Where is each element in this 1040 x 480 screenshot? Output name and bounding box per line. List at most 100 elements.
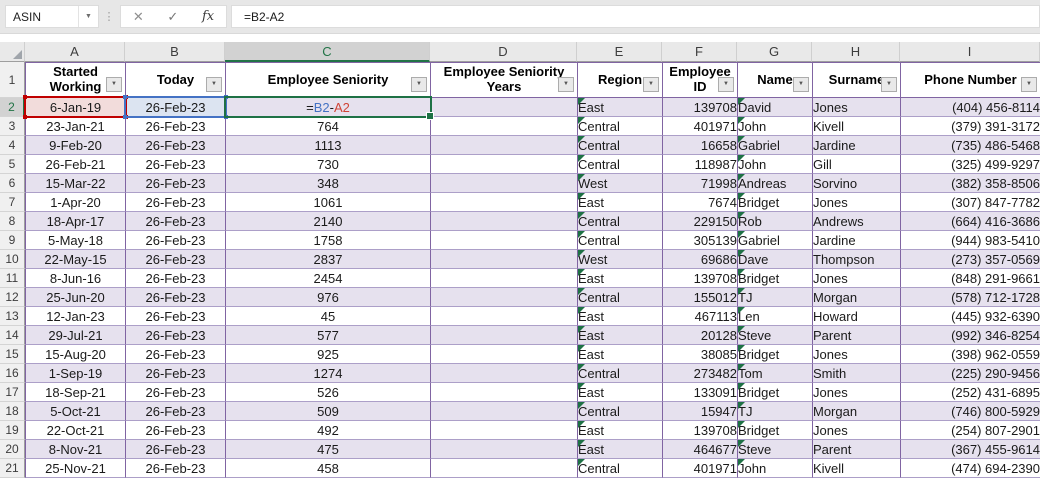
cell-c18[interactable]: 509 bbox=[225, 402, 430, 421]
cell-g19[interactable]: Bridget bbox=[737, 421, 812, 440]
cell-i9[interactable]: (944) 983-5410 bbox=[900, 231, 1040, 250]
cell-d14[interactable] bbox=[430, 326, 577, 345]
cell-i21[interactable]: (474) 694-2390 bbox=[900, 459, 1040, 478]
cell-h4[interactable]: Jardine bbox=[812, 136, 900, 155]
cell-i3[interactable]: (379) 391-3172 bbox=[900, 117, 1040, 136]
cell-c15[interactable]: 925 bbox=[225, 345, 430, 364]
table-header-region[interactable]: Region ▼ bbox=[577, 62, 662, 98]
cancel-icon[interactable]: ✕ bbox=[133, 9, 144, 25]
cell-g10[interactable]: Dave bbox=[737, 250, 812, 269]
cell-h3[interactable]: Kivell bbox=[812, 117, 900, 136]
cell-e14[interactable]: East bbox=[577, 326, 662, 345]
cell-h5[interactable]: Gill bbox=[812, 155, 900, 174]
cell-h15[interactable]: Jones bbox=[812, 345, 900, 364]
cell-a3[interactable]: 23-Jan-21 bbox=[25, 117, 125, 136]
cell-g12[interactable]: TJ bbox=[737, 288, 812, 307]
filter-button[interactable]: ▼ bbox=[411, 77, 427, 92]
cell-c7[interactable]: 1061 bbox=[225, 193, 430, 212]
cell-a17[interactable]: 18-Sep-21 bbox=[25, 383, 125, 402]
cell-b7[interactable]: 26-Feb-23 bbox=[125, 193, 225, 212]
column-header-c[interactable]: C bbox=[225, 42, 430, 62]
cell-d19[interactable] bbox=[430, 421, 577, 440]
cell-d9[interactable] bbox=[430, 231, 577, 250]
cell-i2[interactable]: (404) 456-8114 bbox=[900, 98, 1040, 117]
cell-g2[interactable]: David bbox=[737, 98, 812, 117]
cell-h19[interactable]: Jones bbox=[812, 421, 900, 440]
name-box[interactable]: ASIN ▼ bbox=[5, 5, 99, 28]
cell-f3[interactable]: 401971 bbox=[662, 117, 737, 136]
cell-b4[interactable]: 26-Feb-23 bbox=[125, 136, 225, 155]
cell-d15[interactable] bbox=[430, 345, 577, 364]
cell-a10[interactable]: 22-May-15 bbox=[25, 250, 125, 269]
cell-a4[interactable]: 9-Feb-20 bbox=[25, 136, 125, 155]
cell-a2[interactable]: 6-Jan-19 bbox=[25, 98, 125, 117]
cell-d2[interactable] bbox=[430, 98, 577, 117]
cell-d3[interactable] bbox=[430, 117, 577, 136]
cell-f20[interactable]: 464677 bbox=[662, 440, 737, 459]
cell-b5[interactable]: 26-Feb-23 bbox=[125, 155, 225, 174]
cell-g21[interactable]: John bbox=[737, 459, 812, 478]
cell-a16[interactable]: 1-Sep-19 bbox=[25, 364, 125, 383]
cell-i18[interactable]: (746) 800-5929 bbox=[900, 402, 1040, 421]
cell-a14[interactable]: 29-Jul-21 bbox=[25, 326, 125, 345]
cell-f21[interactable]: 401971 bbox=[662, 459, 737, 478]
cell-b3[interactable]: 26-Feb-23 bbox=[125, 117, 225, 136]
cell-f4[interactable]: 16658 bbox=[662, 136, 737, 155]
cell-h20[interactable]: Parent bbox=[812, 440, 900, 459]
cell-b10[interactable]: 26-Feb-23 bbox=[125, 250, 225, 269]
cell-g20[interactable]: Steve bbox=[737, 440, 812, 459]
cell-i15[interactable]: (398) 962-0559 bbox=[900, 345, 1040, 364]
cell-f9[interactable]: 305139 bbox=[662, 231, 737, 250]
row-header-6[interactable]: 6 bbox=[0, 174, 25, 193]
cell-b18[interactable]: 26-Feb-23 bbox=[125, 402, 225, 421]
cell-c12[interactable]: 976 bbox=[225, 288, 430, 307]
cell-h16[interactable]: Smith bbox=[812, 364, 900, 383]
cell-f18[interactable]: 15947 bbox=[662, 402, 737, 421]
cell-b2[interactable]: 26-Feb-23 bbox=[125, 98, 225, 117]
filter-button[interactable]: ▼ bbox=[106, 77, 122, 92]
cell-e15[interactable]: East bbox=[577, 345, 662, 364]
cell-h21[interactable]: Kivell bbox=[812, 459, 900, 478]
row-header-12[interactable]: 12 bbox=[0, 288, 25, 307]
filter-button[interactable]: ▼ bbox=[558, 77, 574, 92]
filter-button[interactable]: ▼ bbox=[206, 77, 222, 92]
cell-f17[interactable]: 133091 bbox=[662, 383, 737, 402]
cell-g3[interactable]: John bbox=[737, 117, 812, 136]
cell-h17[interactable]: Jones bbox=[812, 383, 900, 402]
cell-i13[interactable]: (445) 932-6390 bbox=[900, 307, 1040, 326]
row-header-10[interactable]: 10 bbox=[0, 250, 25, 269]
cell-g13[interactable]: Len bbox=[737, 307, 812, 326]
cell-d10[interactable] bbox=[430, 250, 577, 269]
cell-c3[interactable]: 764 bbox=[225, 117, 430, 136]
cell-i16[interactable]: (225) 290-9456 bbox=[900, 364, 1040, 383]
cell-h8[interactable]: Andrews bbox=[812, 212, 900, 231]
cell-e21[interactable]: Central bbox=[577, 459, 662, 478]
enter-icon[interactable]: ✓ bbox=[167, 9, 178, 25]
cell-e13[interactable]: East bbox=[577, 307, 662, 326]
row-header-14[interactable]: 14 bbox=[0, 326, 25, 345]
cell-i20[interactable]: (367) 455-9614 bbox=[900, 440, 1040, 459]
cell-c5[interactable]: 730 bbox=[225, 155, 430, 174]
cell-i12[interactable]: (578) 712-1728 bbox=[900, 288, 1040, 307]
cell-d16[interactable] bbox=[430, 364, 577, 383]
cell-b21[interactable]: 26-Feb-23 bbox=[125, 459, 225, 478]
select-all-button[interactable] bbox=[0, 42, 25, 62]
cell-i10[interactable]: (273) 357-0569 bbox=[900, 250, 1040, 269]
name-box-dropdown-icon[interactable]: ▼ bbox=[78, 6, 98, 27]
cell-i6[interactable]: (382) 358-8506 bbox=[900, 174, 1040, 193]
cell-f10[interactable]: 69686 bbox=[662, 250, 737, 269]
cell-e2[interactable]: East bbox=[577, 98, 662, 117]
cell-c19[interactable]: 492 bbox=[225, 421, 430, 440]
cell-d4[interactable] bbox=[430, 136, 577, 155]
cell-a19[interactable]: 22-Oct-21 bbox=[25, 421, 125, 440]
table-header-name[interactable]: Name ▼ bbox=[737, 62, 812, 98]
cell-g15[interactable]: Bridget bbox=[737, 345, 812, 364]
cell-g14[interactable]: Steve bbox=[737, 326, 812, 345]
cell-b9[interactable]: 26-Feb-23 bbox=[125, 231, 225, 250]
cell-e16[interactable]: Central bbox=[577, 364, 662, 383]
cell-a12[interactable]: 25-Jun-20 bbox=[25, 288, 125, 307]
cell-i8[interactable]: (664) 416-3686 bbox=[900, 212, 1040, 231]
cell-e7[interactable]: East bbox=[577, 193, 662, 212]
cell-h12[interactable]: Morgan bbox=[812, 288, 900, 307]
cell-h2[interactable]: Jones bbox=[812, 98, 900, 117]
